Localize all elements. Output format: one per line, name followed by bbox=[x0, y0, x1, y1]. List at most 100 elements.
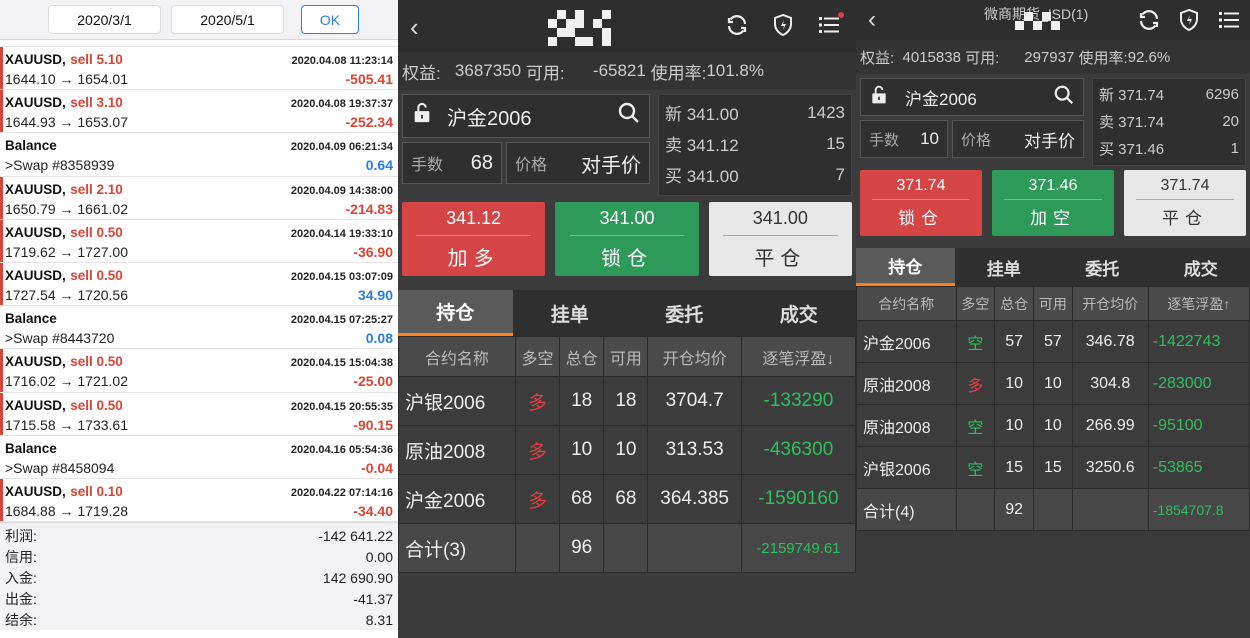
search-icon[interactable] bbox=[617, 101, 641, 131]
trade-row[interactable]: XAUUSD, sell 3.10 2020.04.08 19:37:37 1644… bbox=[0, 90, 398, 134]
menu-icon[interactable] bbox=[1216, 7, 1242, 33]
trade-prices: 1719.62 → 1727.00 bbox=[5, 243, 128, 260]
contract-search[interactable]: 沪金2006 bbox=[402, 94, 650, 138]
quote-box: 新 371.74 6296 卖 371.74 20 买 371.46 1 bbox=[1092, 78, 1246, 166]
trade-row[interactable]: XAUUSD, sell 0.50 2020.04.15 15:04:38 1716… bbox=[0, 349, 398, 393]
column-header[interactable]: 开仓均价 bbox=[1071, 286, 1149, 321]
order-button-price: 341.12 bbox=[416, 208, 531, 236]
position-avg-price: 346.78 bbox=[1071, 320, 1149, 363]
order-button[interactable]: 371.74 锁仓 bbox=[860, 170, 982, 236]
trade-prices: 1715.58 → 1733.61 bbox=[5, 416, 128, 433]
tab-2[interactable]: 委托 bbox=[627, 290, 742, 336]
column-header[interactable]: 多空 bbox=[955, 286, 996, 321]
total-quantity: 96 bbox=[559, 523, 605, 573]
position-row[interactable]: 沪银2006 多 18 18 3704.7 -133290 bbox=[398, 376, 856, 426]
shield-icon[interactable] bbox=[770, 12, 796, 38]
price-label: 价格 bbox=[515, 157, 548, 174]
trade-detail: 1644.93 → 1653.07 -252.34 bbox=[5, 114, 393, 130]
back-icon[interactable]: ‹ bbox=[868, 6, 876, 34]
order-button[interactable]: 371.46 加空 bbox=[992, 170, 1114, 236]
quantity-field[interactable]: 手数 68 bbox=[402, 142, 502, 184]
trade-time: 2020.04.15 20:55:35 bbox=[290, 400, 393, 413]
order-button[interactable]: 341.12 加多 bbox=[402, 202, 546, 276]
shield-icon[interactable] bbox=[1176, 7, 1202, 33]
order-button[interactable]: 341.00 平仓 bbox=[708, 202, 852, 276]
tab-3[interactable]: 成交 bbox=[1152, 248, 1250, 286]
trade-symbol: XAUUSD, bbox=[5, 397, 66, 413]
trade-profit: -36.90 bbox=[353, 243, 393, 260]
column-header[interactable]: 可用 bbox=[603, 336, 649, 377]
balance-row[interactable]: Balance 2020.04.15 07:25:27 >Swap #8443720… bbox=[0, 306, 398, 350]
position-row[interactable]: 原油2008 空 10 10 266.99 -95100 bbox=[856, 404, 1250, 447]
column-header[interactable]: 总仓 bbox=[994, 286, 1034, 321]
tab-0[interactable]: 持仓 bbox=[398, 290, 513, 336]
tab-2[interactable]: 委托 bbox=[1053, 248, 1152, 286]
ok-button[interactable]: OK bbox=[301, 5, 359, 34]
position-row[interactable]: 原油2008 多 10 10 304.8 -283000 bbox=[856, 362, 1250, 405]
balance-row[interactable]: Balance 2020.04.09 06:21:34 >Swap #8358939… bbox=[0, 133, 398, 177]
search-icon[interactable] bbox=[1053, 84, 1075, 111]
position-row[interactable]: 沪银2006 空 15 15 3250.6 -53865 bbox=[856, 446, 1250, 489]
column-header[interactable]: 合约名称 bbox=[398, 336, 516, 377]
position-row[interactable]: 沪金2006 多 68 68 364.385 -1590160 bbox=[398, 474, 856, 524]
total-float-pl: -2159749.61 bbox=[740, 523, 856, 573]
trade-row[interactable]: XAUUSD, sell 5.10 2020.04.08 11:23:14 1644… bbox=[0, 47, 398, 91]
trade-detail: 1716.02 → 1721.02 -25.00 bbox=[5, 373, 393, 389]
unlock-icon[interactable] bbox=[869, 85, 891, 110]
balance-row[interactable]: Balance 2020.04.16 05:54:36 >Swap #8458094… bbox=[0, 436, 398, 479]
position-float-pl: -133290 bbox=[740, 376, 856, 426]
position-row[interactable]: 原油2008 多 10 10 313.53 -436300 bbox=[398, 425, 856, 475]
order-button-label: 加多 bbox=[447, 247, 500, 270]
trade-row[interactable]: XAUUSD, sell 0.10 2020.04.22 07:14:16 1684… bbox=[0, 478, 398, 523]
contract-search[interactable]: 沪金2006 bbox=[860, 78, 1084, 116]
unlock-icon[interactable] bbox=[411, 102, 433, 130]
tab-1[interactable]: 挂单 bbox=[513, 290, 628, 336]
price-mode: 对手价 bbox=[581, 154, 641, 177]
position-direction: 空 bbox=[955, 404, 996, 447]
trade-row[interactable]: XAUUSD, sell 0.50 2020.04.14 19:33:10 1719… bbox=[0, 219, 398, 263]
trade-row[interactable]: XAUUSD, sell 0.50 2020.04.15 03:07:09 1727… bbox=[0, 262, 398, 307]
position-tabs: 持仓 挂单 委托 成交 bbox=[398, 290, 856, 336]
start-date-field[interactable]: 2020/3/1 bbox=[48, 5, 161, 34]
quote-row: 新 371.74 6296 bbox=[1099, 81, 1239, 108]
quantity-field[interactable]: 手数 10 bbox=[860, 120, 948, 158]
trade-profit: -0.04 bbox=[361, 459, 393, 476]
column-header[interactable]: 可用 bbox=[1032, 286, 1073, 321]
column-header[interactable]: 合约名称 bbox=[856, 286, 957, 321]
position-row[interactable]: 沪金2006 空 57 57 346.78 -1422743 bbox=[856, 320, 1250, 363]
trade-detail: 1715.58 → 1733.61 -90.15 bbox=[5, 417, 393, 433]
column-header[interactable]: 开仓均价 bbox=[647, 336, 742, 377]
refresh-icon[interactable] bbox=[1136, 7, 1162, 33]
trade-prices: >Swap #8443720 bbox=[5, 330, 115, 347]
position-available: 68 bbox=[603, 474, 649, 524]
order-button[interactable]: 341.00 锁仓 bbox=[555, 202, 699, 276]
price-field[interactable]: 价格 对手价 bbox=[506, 142, 650, 184]
column-header[interactable]: 总仓 bbox=[559, 336, 605, 377]
position-name: 沪银2006 bbox=[398, 376, 516, 426]
column-header[interactable]: 逐笔浮盈↓ bbox=[740, 336, 856, 377]
order-button[interactable]: 371.74 平仓 bbox=[1124, 170, 1246, 236]
tab-0[interactable]: 持仓 bbox=[856, 248, 955, 286]
tab-3[interactable]: 成交 bbox=[742, 290, 857, 336]
quote-volume: 6296 bbox=[1205, 86, 1239, 103]
refresh-icon[interactable] bbox=[724, 12, 750, 38]
trade-row[interactable]: XAUUSD, sell 2.10 2020.04.09 14:38:00 1650… bbox=[0, 176, 398, 220]
order-button-price: 371.46 bbox=[1004, 177, 1102, 200]
trade-time: 2020.04.14 19:33:10 bbox=[290, 227, 393, 240]
column-header[interactable]: 多空 bbox=[514, 336, 561, 377]
trade-symbol: XAUUSD, bbox=[5, 267, 66, 283]
price-field[interactable]: 价格 对手价 bbox=[952, 120, 1084, 158]
column-header[interactable]: 逐笔浮盈↑ bbox=[1147, 286, 1250, 321]
quote-row: 卖 341.12 15 bbox=[665, 128, 845, 159]
back-icon[interactable]: ‹ bbox=[410, 12, 419, 43]
trade-profit: -90.15 bbox=[353, 416, 393, 433]
trade-time: 2020.04.08 11:23:14 bbox=[291, 55, 393, 67]
end-date-field[interactable]: 2020/5/1 bbox=[171, 5, 284, 34]
header-bar: ‹ 微商期货_ISD(1) bbox=[856, 0, 1250, 40]
tab-1[interactable]: 挂单 bbox=[955, 248, 1054, 286]
positions-table: 合约名称 多空 总仓 可用 开仓均价 逐笔浮盈↑ 沪金2006 空 57 57 346.78 -14… bbox=[856, 286, 1250, 531]
menu-icon[interactable] bbox=[816, 12, 844, 38]
trade-title: Balance bbox=[5, 137, 57, 155]
order-button-label: 加空 bbox=[1030, 209, 1076, 228]
trade-row[interactable]: XAUUSD, sell 0.50 2020.04.15 20:55:35 1715… bbox=[0, 392, 398, 436]
